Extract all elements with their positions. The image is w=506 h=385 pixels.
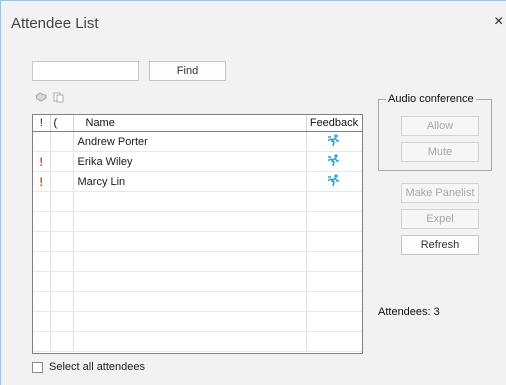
attendee-list-window: Attendee List × Find ! ( Name Feedback A… — [0, 0, 506, 385]
select-all-attendees[interactable]: Select all attendees — [32, 361, 145, 373]
running-person-icon — [327, 133, 341, 150]
status-cell — [50, 131, 74, 152]
status-cell — [50, 151, 74, 172]
search-input[interactable] — [32, 61, 139, 81]
title-bar: Attendee List × — [1, 1, 506, 45]
running-person-icon — [327, 153, 341, 170]
audio-conference-legend: Audio conference — [386, 93, 476, 105]
feedback-cell — [306, 131, 362, 152]
attendee-name: Marcy Lin — [73, 171, 307, 192]
select-all-label: Select all attendees — [49, 361, 146, 373]
attendees-count: Attendees: 3 — [378, 306, 440, 318]
flag-cell — [33, 131, 51, 152]
feedback-cell — [306, 151, 362, 172]
attendee-grid[interactable]: ! ( Name Feedback Andrew Porter ! Erika … — [32, 114, 363, 354]
refresh-button[interactable]: Refresh — [401, 235, 479, 255]
mute-button[interactable]: Mute — [401, 142, 479, 162]
column-header-feedback[interactable]: Feedback — [306, 115, 362, 132]
attendee-name: Andrew Porter — [73, 131, 307, 152]
column-header-name[interactable]: Name — [73, 115, 307, 132]
hand-icon[interactable] — [34, 92, 48, 106]
empty-row — [33, 231, 362, 252]
empty-row — [33, 271, 362, 292]
table-row[interactable]: ! Erika Wiley — [33, 151, 362, 172]
feedback-cell — [306, 171, 362, 192]
empty-row — [33, 331, 362, 352]
column-header-flag[interactable]: ! — [33, 115, 51, 132]
select-all-checkbox[interactable] — [32, 361, 43, 373]
empty-row — [33, 291, 362, 312]
allow-button[interactable]: Allow — [401, 116, 479, 136]
expel-button[interactable]: Expel — [401, 209, 479, 229]
status-cell — [50, 171, 74, 192]
copy-icon[interactable] — [52, 92, 66, 106]
find-button[interactable]: Find — [149, 61, 226, 81]
close-icon[interactable]: × — [494, 13, 503, 31]
empty-row — [33, 251, 362, 272]
empty-row — [33, 191, 362, 212]
empty-row — [33, 211, 362, 232]
grid-header-row: ! ( Name Feedback — [33, 115, 362, 132]
column-header-status[interactable]: ( — [50, 115, 74, 132]
flag-cell: ! — [33, 171, 51, 192]
running-person-icon — [327, 173, 341, 190]
table-row[interactable]: ! Marcy Lin — [33, 171, 362, 192]
flag-cell: ! — [33, 151, 51, 172]
empty-row — [33, 311, 362, 332]
make-panelist-button[interactable]: Make Panelist — [401, 183, 479, 203]
table-row[interactable]: Andrew Porter — [33, 131, 362, 152]
window-title: Attendee List — [11, 15, 99, 32]
attendee-name: Erika Wiley — [73, 151, 307, 172]
